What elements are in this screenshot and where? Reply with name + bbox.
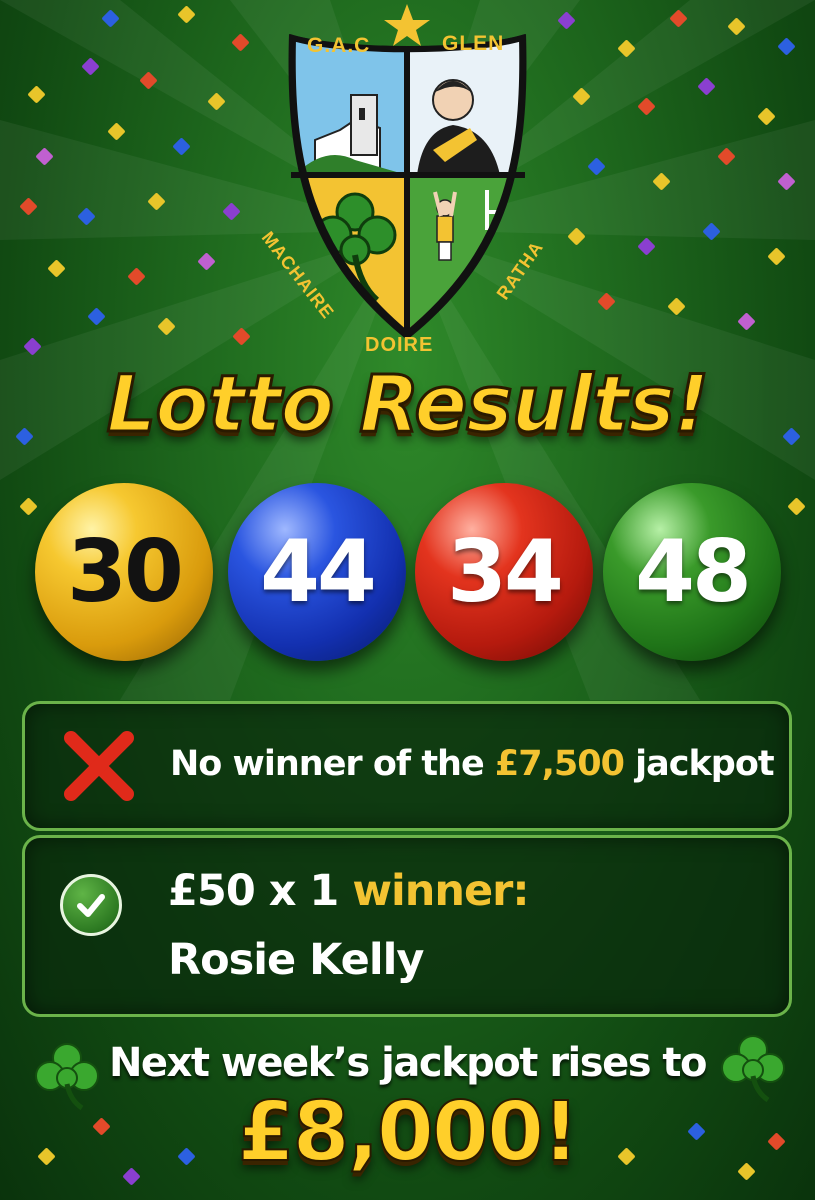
no-winner-text: No winner of the £7,500 jackpot [170,744,775,784]
club-crest: G.A.C GLEN MACHAIRE DOIRE RATHA [255,0,560,360]
star-icon [384,4,430,46]
winner-label: winner: [338,866,529,916]
cross-icon [64,731,134,801]
winner-name: Rosie Kelly [168,935,424,985]
ball-number: 48 [635,522,752,622]
crest-text-top-right: GLEN [442,32,505,55]
next-week-text: Next week’s jackpot rises to [108,1040,708,1086]
next-week-amount: £8,000! [237,1084,581,1181]
check-icon [60,874,122,936]
lotto-ball-4: 48 [603,483,781,661]
no-winner-panel: No winner of the £7,500 jackpot [22,701,792,831]
crest-shield-icon [288,4,527,340]
winner-panel: £50 x 1 winner: Rosie Kelly [22,835,792,1017]
lotto-ball-3: 34 [415,483,593,661]
ball-number: 34 [447,522,564,622]
ball-number: 44 [260,522,377,622]
winner-prize: £50 x 1 [168,866,339,916]
jackpot-amount: £7,500 [494,744,625,784]
no-winner-suffix: jackpot [623,744,774,784]
no-winner-prefix: No winner of the [170,744,495,784]
crest-text-bottom: DOIRE [365,334,434,356]
page-title: Lotto Results! [105,359,711,452]
ball-number: 30 [67,522,184,622]
lotto-ball-2: 44 [228,483,406,661]
lotto-poster: G.A.C GLEN MACHAIRE DOIRE RATHA Lotto Re… [0,0,815,1200]
lotto-ball-1: 30 [35,483,213,661]
crest-text-top-left: G.A.C [307,34,371,57]
winner-prize-line: £50 x 1 winner: [168,866,530,916]
